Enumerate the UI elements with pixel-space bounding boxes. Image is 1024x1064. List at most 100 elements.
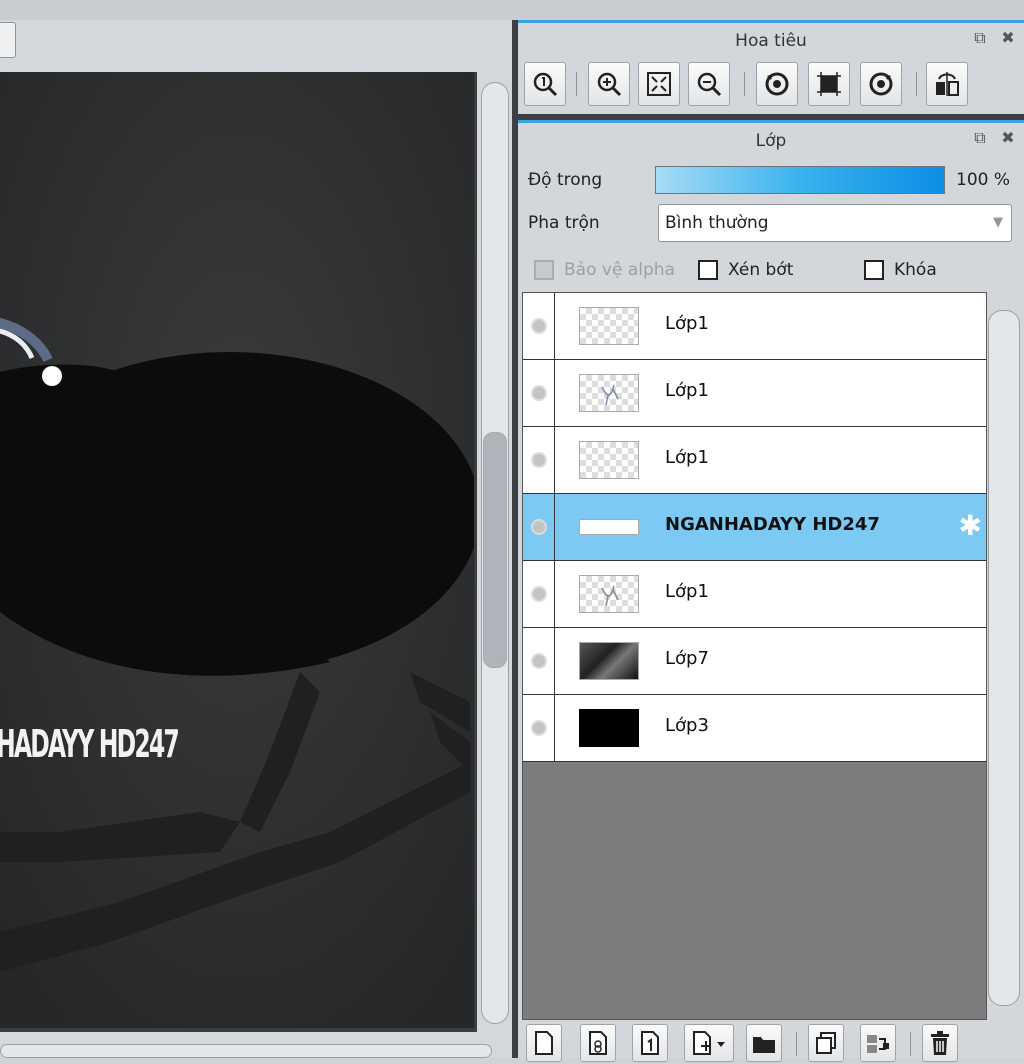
layer-row[interactable]: Lớp1 [523, 293, 986, 360]
rotate-right-icon [869, 72, 893, 96]
zoom-out-button[interactable] [688, 62, 730, 106]
duplicate-layer-button[interactable] [808, 1024, 844, 1062]
navigator-toolbar [524, 62, 1020, 108]
clipping-checkbox[interactable]: Xén bớt [698, 258, 793, 282]
text-layer-gear-icon[interactable]: ✱ [959, 511, 982, 541]
sketch-thumbnail-icon [601, 384, 619, 406]
canvas-caption-text: HADAYY HD247 [0, 722, 180, 766]
merge-down-icon [867, 1035, 889, 1053]
visibility-toggle[interactable] [523, 360, 555, 426]
add-layer-dropdown-icon [693, 1031, 725, 1055]
toolbar-separator [916, 72, 917, 96]
opacity-label: Độ trong [528, 170, 603, 190]
layer-panel: Lớp ⧉ ✖ Độ trong 100 % Pha trộn Bình thư… [518, 120, 1024, 1062]
duplicate-layer-icon [816, 1032, 836, 1054]
navigator-undock-icon[interactable]: ⧉ [970, 28, 990, 48]
visibility-toggle[interactable] [523, 494, 555, 560]
layer-name: Lớp1 [665, 581, 709, 602]
visibility-eye-icon [531, 452, 547, 468]
rotate-left-button[interactable] [756, 62, 798, 106]
new-folder-button[interactable] [746, 1024, 782, 1062]
canvas-vertical-scrollbar[interactable] [477, 72, 511, 1032]
new-layer-button[interactable] [526, 1024, 562, 1062]
layer-row[interactable]: Lớp1 [523, 561, 986, 628]
layer-list[interactable]: Lớp1 Lớp1 Lớp1 NGANHADAYY HD247 ✱ Lớp1 L… [522, 292, 987, 1020]
blend-mode-label: Pha trộn [528, 213, 600, 233]
layer-thumbnail [579, 374, 639, 412]
delete-layer-icon [931, 1031, 949, 1055]
layer-name: Lớp1 [665, 380, 709, 401]
layer-panel-undock-icon[interactable]: ⧉ [970, 128, 990, 148]
layer-thumbnail [579, 307, 639, 345]
visibility-toggle[interactable] [523, 427, 555, 493]
layer-row[interactable]: Lớp1 [523, 427, 986, 494]
top-strip [0, 0, 1024, 20]
protect-alpha-label: Bảo vệ alpha [564, 260, 675, 280]
visibility-toggle[interactable] [523, 293, 555, 359]
lock-checkbox[interactable]: Khóa [864, 258, 937, 282]
visibility-toggle[interactable] [523, 628, 555, 694]
visibility-toggle[interactable] [523, 695, 555, 761]
visibility-toggle[interactable] [523, 561, 555, 627]
visibility-eye-icon [531, 385, 547, 401]
merge-down-button[interactable] [860, 1024, 896, 1062]
new-folder-icon [753, 1037, 775, 1053]
zoom-in-icon [597, 72, 622, 97]
toolbar-separator [576, 72, 577, 96]
flip-horizontal-button[interactable] [926, 62, 968, 106]
new-1bit-layer-button[interactable] [632, 1024, 668, 1062]
layer-row[interactable]: Lớp7 [523, 628, 986, 695]
visibility-eye-icon [531, 318, 547, 334]
canvas-scroll-thumb[interactable] [483, 432, 507, 668]
layer-name: Lớp1 [665, 447, 709, 468]
chevron-down-icon: ▼ [993, 215, 1003, 230]
layer-thumbnail [579, 575, 639, 613]
add-layer-dropdown-button[interactable] [684, 1024, 734, 1062]
clipping-box [698, 260, 718, 280]
opacity-slider[interactable] [655, 166, 945, 194]
zoom-in-button[interactable] [588, 62, 630, 106]
new-1bit-layer-icon [641, 1031, 659, 1055]
layer-thumbnail [579, 519, 639, 535]
layer-name: Lớp7 [665, 648, 709, 669]
new-8bit-layer-icon [589, 1031, 607, 1055]
reset-view-button[interactable] [808, 62, 850, 106]
canvas-area: HADAYY HD247 [0, 20, 512, 1058]
layer-thumbnail [579, 709, 639, 747]
toolbar-separator [796, 1032, 797, 1056]
canvas-horizontal-scrollbar[interactable] [0, 1044, 492, 1058]
fit-window-button[interactable] [638, 62, 680, 106]
protect-alpha-checkbox[interactable]: Bảo vệ alpha [534, 258, 675, 282]
layer-panel-close-icon[interactable]: ✖ [998, 128, 1018, 148]
lock-label: Khóa [894, 260, 937, 280]
layer-name: NGANHADAYY HD247 [665, 514, 880, 535]
visibility-eye-icon [531, 653, 547, 669]
visibility-eye-icon [531, 586, 547, 602]
rotate-right-button[interactable] [860, 62, 902, 106]
layer-thumbnail [579, 441, 639, 479]
layer-row-selected[interactable]: NGANHADAYY HD247 ✱ [523, 494, 986, 561]
layer-row[interactable]: Lớp3 [523, 695, 986, 762]
blend-mode-select[interactable]: Bình thường ▼ [658, 204, 1012, 242]
new-8bit-layer-button[interactable] [580, 1024, 616, 1062]
delete-layer-button[interactable] [922, 1024, 958, 1062]
canvas-view[interactable]: HADAYY HD247 [0, 72, 478, 1032]
reset-view-icon [817, 72, 841, 96]
zoom-out-icon [697, 72, 722, 97]
lock-box [864, 260, 884, 280]
zoom-actual-button[interactable] [524, 62, 566, 106]
layer-list-scrollbar[interactable] [988, 310, 1020, 1006]
flip-horizontal-icon [936, 72, 959, 96]
new-layer-icon [535, 1031, 553, 1055]
toolbar-separator [910, 1032, 911, 1056]
canvas-artwork [0, 72, 474, 1028]
layer-row[interactable]: Lớp1 [523, 360, 986, 427]
blend-mode-value: Bình thường [665, 213, 769, 233]
layer-panel-title: Lớp [518, 120, 1024, 158]
visibility-eye-icon [531, 720, 547, 736]
layer-name: Lớp3 [665, 715, 709, 736]
rotate-left-icon [765, 72, 789, 96]
clipping-label: Xén bớt [728, 260, 794, 280]
canvas-tab[interactable] [0, 22, 16, 58]
navigator-close-icon[interactable]: ✖ [998, 28, 1018, 48]
